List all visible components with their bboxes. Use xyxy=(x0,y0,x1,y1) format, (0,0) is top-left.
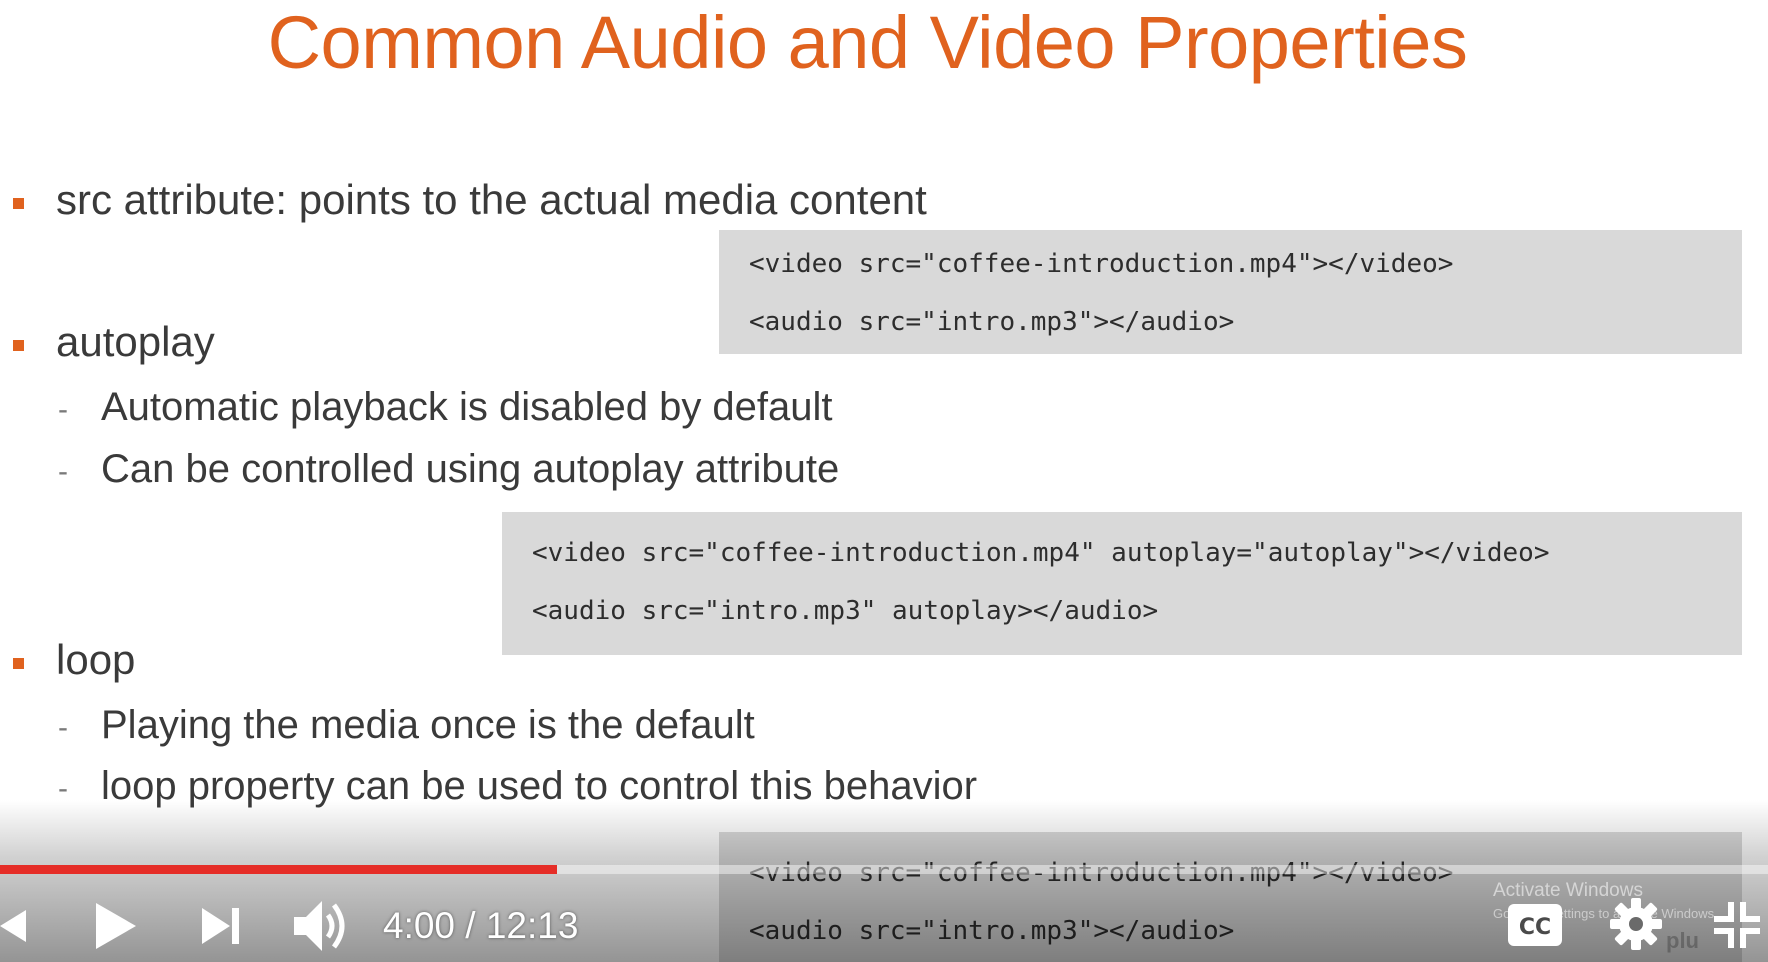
play-icon xyxy=(96,903,136,949)
exit-fullscreen-icon xyxy=(1714,902,1760,948)
volume-icon xyxy=(294,901,345,951)
sub-bullet-dash: - xyxy=(58,711,68,744)
previous-icon xyxy=(0,910,26,942)
settings-button[interactable] xyxy=(1608,896,1664,952)
svg-text:CC: CC xyxy=(1519,915,1551,940)
progress-played xyxy=(0,865,557,874)
volume-button[interactable] xyxy=(290,893,352,959)
sub-bullet-dash: - xyxy=(58,772,68,805)
sub-bullet-dash: - xyxy=(58,393,68,426)
code-line: <video src="coffee-introduction.mp4"></v… xyxy=(749,249,1454,279)
bullet-src: src attribute: points to the actual medi… xyxy=(56,176,927,223)
code-block-src: <video src="coffee-introduction.mp4"></v… xyxy=(719,230,1742,354)
bullet-autoplay: autoplay xyxy=(56,318,215,365)
play-button[interactable] xyxy=(86,895,146,957)
next-icon xyxy=(202,908,239,944)
bullet-marker xyxy=(13,658,24,669)
autoplay-sub-1: Automatic playback is disabled by defaul… xyxy=(101,385,833,429)
next-button[interactable] xyxy=(196,895,248,957)
sub-bullet-dash: - xyxy=(58,455,68,488)
time-display: 4:00 / 12:13 xyxy=(383,905,579,946)
code-line: <audio src="intro.mp3" autoplay></audio> xyxy=(532,596,1159,626)
slide: Common Audio and Video Properties src at… xyxy=(0,0,1768,962)
gear-icon xyxy=(1610,898,1662,950)
code-line: <video src="coffee-introduction.mp4" aut… xyxy=(532,538,1550,568)
loop-sub-2: loop property can be used to control thi… xyxy=(101,764,978,808)
bullet-loop: loop xyxy=(56,636,136,683)
captions-button[interactable]: CC xyxy=(1506,900,1564,950)
cc-icon: CC xyxy=(1508,904,1562,946)
autoplay-sub-2: Can be controlled using autoplay attribu… xyxy=(101,447,840,491)
brand-logo-partial: plu xyxy=(1666,928,1699,953)
bullet-marker xyxy=(13,198,24,209)
progress-bar[interactable] xyxy=(0,865,1768,874)
bullet-marker xyxy=(13,340,24,351)
code-line: <audio src="intro.mp3"></audio> xyxy=(749,307,1235,337)
loop-sub-1: Playing the media once is the default xyxy=(101,703,755,747)
code-block-autoplay: <video src="coffee-introduction.mp4" aut… xyxy=(502,512,1742,655)
exit-fullscreen-button[interactable] xyxy=(1712,900,1762,950)
slide-title: Common Audio and Video Properties xyxy=(267,1,1468,84)
previous-button[interactable] xyxy=(0,895,40,957)
